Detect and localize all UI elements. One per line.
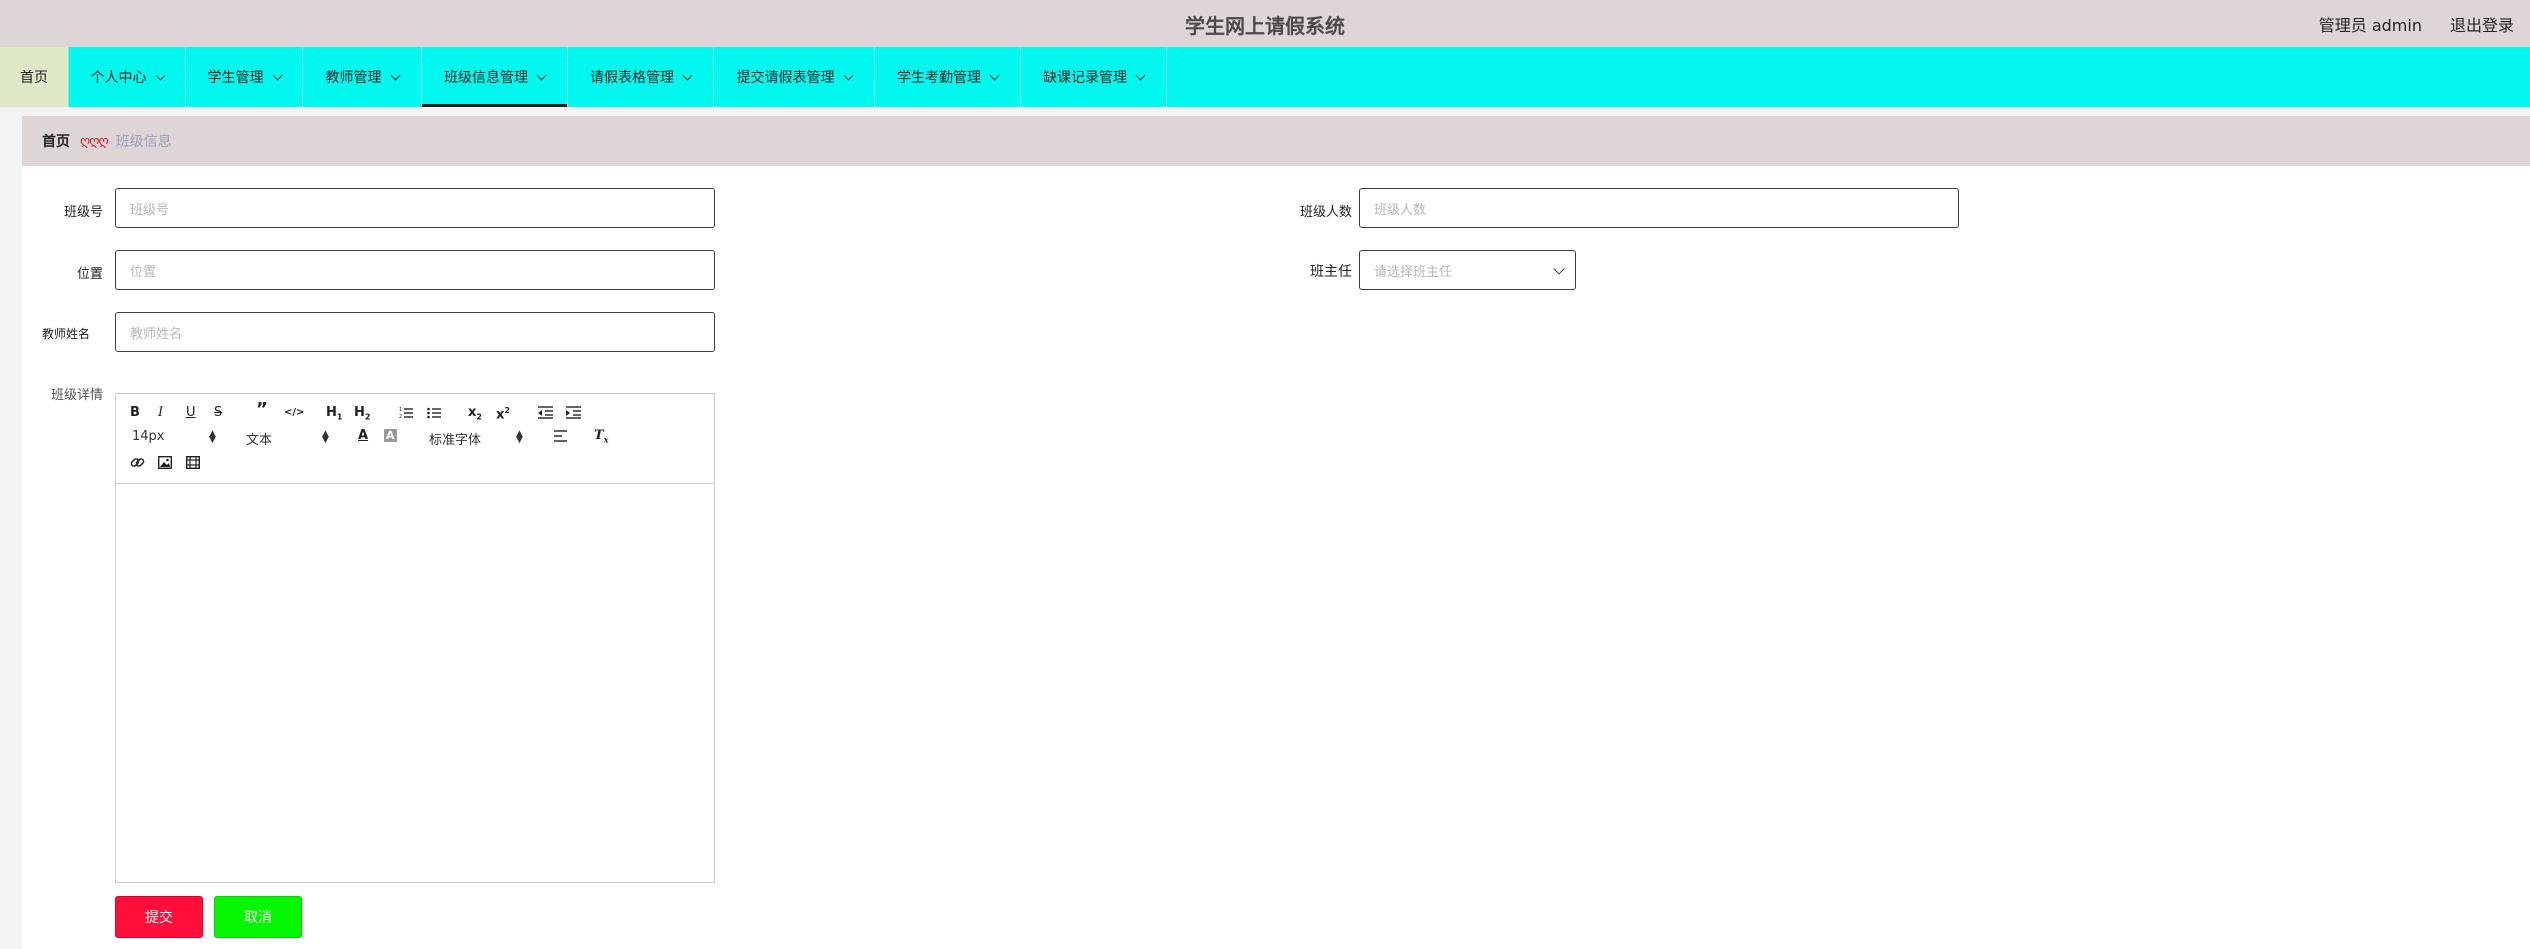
submit-button[interactable]: 提交 — [115, 896, 203, 938]
link-icon[interactable] — [130, 455, 145, 470]
class-size-input[interactable]: 班级人数 — [1359, 188, 1959, 228]
strikethrough-icon[interactable]: S — [214, 405, 222, 421]
teacher-name-placeholder: 教师姓名 — [130, 326, 183, 342]
user-area: 管理员 admin 退出登录 — [2319, 12, 2514, 36]
nav-home-label: 首页 — [20, 70, 48, 86]
bold-icon[interactable]: B — [130, 405, 140, 421]
class-no-placeholder: 班级号 — [130, 202, 170, 218]
nav-label: 缺课记录管理 — [1043, 70, 1127, 86]
video-icon[interactable] — [186, 456, 200, 469]
nav-student-management[interactable]: 学生管理 — [186, 47, 303, 107]
italic-icon[interactable]: I — [158, 405, 163, 421]
editor-toolbar: B I U S ” </> H1 H2 12 x2 x2 14px ▲ ▼ 文本 … — [116, 394, 714, 484]
heading-2-icon[interactable]: H2 — [354, 405, 370, 426]
blockquote-icon[interactable]: ” — [256, 401, 268, 419]
current-user[interactable]: 管理员 admin — [2319, 12, 2422, 36]
breadcrumb: 首页 ღღღ 班级信息 — [22, 116, 2530, 166]
class-size-label: 班级人数 — [1299, 205, 1352, 220]
svg-text:2: 2 — [399, 414, 402, 419]
nav-label: 提交请假表管理 — [736, 70, 835, 86]
heading-1-icon[interactable]: H1 — [326, 405, 342, 426]
breadcrumb-separator: ღღღ — [80, 133, 109, 149]
head-teacher-placeholder: 请选择班主任 — [1374, 264, 1453, 280]
block-type-select[interactable]: 文本 — [246, 429, 272, 448]
editor-content-area[interactable] — [116, 484, 714, 882]
nav-leave-form-management[interactable]: 请假表格管理 — [568, 47, 714, 107]
subscript-icon[interactable]: x2 — [468, 405, 482, 426]
indent-icon[interactable] — [566, 406, 581, 419]
code-block-icon[interactable]: </> — [284, 405, 304, 421]
font-size-select[interactable]: 14px — [132, 429, 165, 444]
nav-label: 请假表格管理 — [590, 70, 674, 86]
class-no-input[interactable]: 班级号 — [115, 188, 715, 228]
cancel-button[interactable]: 取消 — [214, 896, 302, 938]
nav-personal-center[interactable]: 个人中心 — [69, 47, 186, 107]
font-size-caret-icon: ▲ ▼ — [209, 429, 216, 445]
location-input[interactable]: 位置 — [115, 250, 715, 290]
chevron-down-icon — [272, 70, 282, 80]
breadcrumb-current: 班级信息 — [115, 134, 172, 150]
image-icon[interactable] — [158, 456, 172, 469]
svg-text:1: 1 — [399, 407, 402, 413]
nav-class-management[interactable]: 班级信息管理 — [422, 47, 568, 107]
content-panel: 首页 ღღღ 班级信息 班级号 班级号 班级人数 班级人数 位置 位置 班主任 … — [22, 116, 2530, 949]
head-teacher-label: 班主任 — [1310, 264, 1352, 280]
chevron-down-icon — [989, 70, 1000, 80]
font-color-icon[interactable]: A — [358, 428, 368, 444]
chevron-down-icon — [1553, 263, 1565, 275]
submit-button-label: 提交 — [145, 910, 173, 926]
chevron-down-icon — [155, 70, 165, 80]
location-placeholder: 位置 — [130, 264, 157, 280]
nav-label: 学生考勤管理 — [897, 70, 981, 86]
font-family-caret-icon: ▲ ▼ — [516, 429, 523, 445]
superscript-icon[interactable]: x2 — [496, 403, 510, 423]
nav-label: 个人中心 — [90, 70, 147, 86]
block-type-caret-icon: ▲ ▼ — [322, 429, 329, 445]
ordered-list-icon[interactable]: 12 — [399, 406, 413, 419]
class-details-label: 班级详情 — [50, 388, 103, 403]
chevron-down-icon — [682, 70, 693, 80]
nav-submitted-leave-management[interactable]: 提交请假表管理 — [714, 47, 875, 107]
chevron-down-icon — [536, 70, 547, 80]
chevron-down-icon — [843, 70, 853, 80]
chevron-down-icon — [390, 70, 400, 80]
class-no-label: 班级号 — [63, 205, 103, 220]
top-bar: 学生网上请假系统 管理员 admin 退出登录 — [0, 0, 2530, 47]
system-title: 学生网上请假系统 — [1185, 14, 1345, 38]
location-label: 位置 — [76, 267, 103, 282]
nav-absence-record-management[interactable]: 缺课记录管理 — [1021, 47, 1167, 107]
background-color-icon[interactable]: A — [384, 429, 397, 442]
nav-home[interactable]: 首页 — [0, 47, 69, 107]
underline-icon[interactable]: U — [186, 405, 196, 421]
nav-label: 学生管理 — [207, 70, 264, 86]
chevron-down-icon — [1135, 70, 1146, 80]
rich-text-editor: B I U S ” </> H1 H2 12 x2 x2 14px ▲ ▼ 文本 … — [115, 393, 715, 883]
bullet-list-icon[interactable] — [427, 406, 441, 419]
logout-link[interactable]: 退出登录 — [2450, 12, 2514, 36]
font-family-select[interactable]: 标准字体 — [429, 429, 481, 448]
outdent-icon[interactable] — [538, 406, 553, 419]
clear-format-icon[interactable]: Tx — [594, 428, 608, 448]
head-teacher-select[interactable]: 请选择班主任 — [1359, 250, 1576, 290]
breadcrumb-home[interactable]: 首页 — [42, 131, 70, 151]
nav-teacher-management[interactable]: 教师管理 — [303, 47, 422, 107]
nav-label: 班级信息管理 — [444, 70, 528, 86]
nav-label: 教师管理 — [325, 70, 382, 86]
cancel-button-label: 取消 — [244, 910, 272, 926]
main-nav: 首页 个人中心 学生管理 教师管理 班级信息管理 请假表格管理 提交请假表管理 … — [0, 47, 2530, 107]
align-left-icon[interactable] — [554, 430, 567, 442]
teacher-name-input[interactable]: 教师姓名 — [115, 312, 715, 352]
teacher-name-label: 教师姓名 — [42, 327, 91, 341]
nav-attendance-management[interactable]: 学生考勤管理 — [875, 47, 1021, 107]
class-size-placeholder: 班级人数 — [1374, 202, 1427, 218]
